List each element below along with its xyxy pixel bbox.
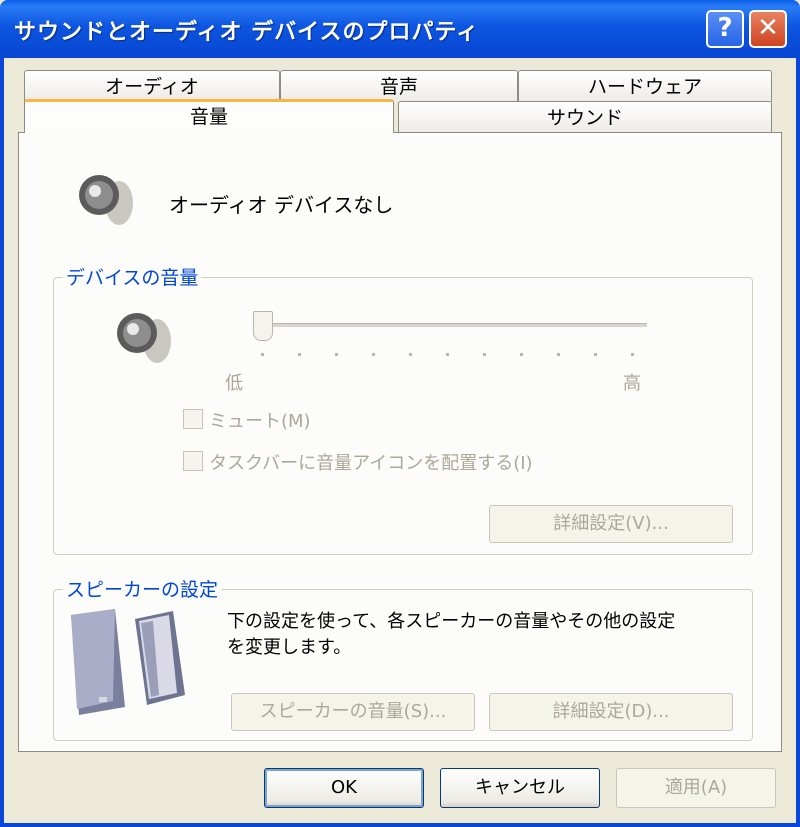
slider-high-label: 高 — [623, 373, 641, 394]
mute-label: ミュート(M) — [209, 411, 311, 432]
close-button[interactable]: ✕ — [749, 10, 787, 48]
slider-track — [255, 323, 647, 327]
taskbar-icon-label: タスクバーに音量アイコンを配置する(I) — [209, 453, 533, 474]
apply-button[interactable]: 適用(A) — [616, 768, 776, 808]
slider-low-label: 低 — [225, 373, 243, 394]
slider-tick — [483, 353, 486, 356]
speaker-settings-label: スピーカーの設定 — [63, 575, 222, 602]
speakers-icon — [71, 609, 185, 715]
slider-thumb[interactable] — [253, 311, 273, 341]
title-bar[interactable]: サウンドとオーディオ デバイスのプロパティ ? ✕ — [0, 0, 800, 58]
device-advanced-button[interactable]: 詳細設定(V)... — [489, 505, 733, 543]
speaker-icon — [117, 313, 171, 363]
volume-tab-panel: オーディオ デバイスなし デバイスの音量 低 高 ミュート(M) タスクバーに音… — [18, 132, 782, 752]
tab-sounds[interactable]: サウンド — [398, 101, 772, 133]
speaker-advanced-button[interactable]: 詳細設定(D)... — [489, 693, 733, 731]
speaker-description-line2: を変更します。 — [227, 637, 352, 658]
tab-audio[interactable]: オーディオ — [24, 70, 280, 102]
speaker-description-line1: 下の設定を使って、各スピーカーの音量やその他の設定 — [227, 611, 676, 632]
slider-tick — [372, 353, 375, 356]
properties-window: サウンドとオーディオ デバイスのプロパティ ? ✕ オーディオ 音声 ハードウェ… — [0, 0, 800, 827]
slider-tick — [446, 353, 449, 356]
help-button[interactable]: ? — [706, 10, 744, 48]
slider-tick — [261, 353, 264, 356]
mute-checkbox[interactable] — [183, 409, 203, 429]
window-title: サウンドとオーディオ デバイスのプロパティ — [14, 20, 480, 45]
taskbar-icon-checkbox[interactable] — [183, 451, 203, 471]
ok-button[interactable]: OK — [264, 768, 424, 808]
tab-volume[interactable]: 音量 — [24, 99, 394, 133]
speaker-volume-button[interactable]: スピーカーの音量(S)... — [231, 693, 475, 731]
slider-tick — [335, 353, 338, 356]
speaker-icon — [79, 175, 133, 225]
slider-tick — [594, 353, 597, 356]
device-volume-label: デバイスの音量 — [63, 263, 202, 290]
slider-tick — [631, 353, 634, 356]
tab-hardware[interactable]: ハードウェア — [518, 70, 772, 102]
device-status: オーディオ デバイスなし — [169, 193, 394, 217]
tab-voice[interactable]: 音声 — [280, 70, 518, 102]
slider-tick — [557, 353, 560, 356]
slider-tick — [520, 353, 523, 356]
cancel-button[interactable]: キャンセル — [440, 768, 600, 808]
slider-tick — [409, 353, 412, 356]
slider-tick — [298, 353, 301, 356]
